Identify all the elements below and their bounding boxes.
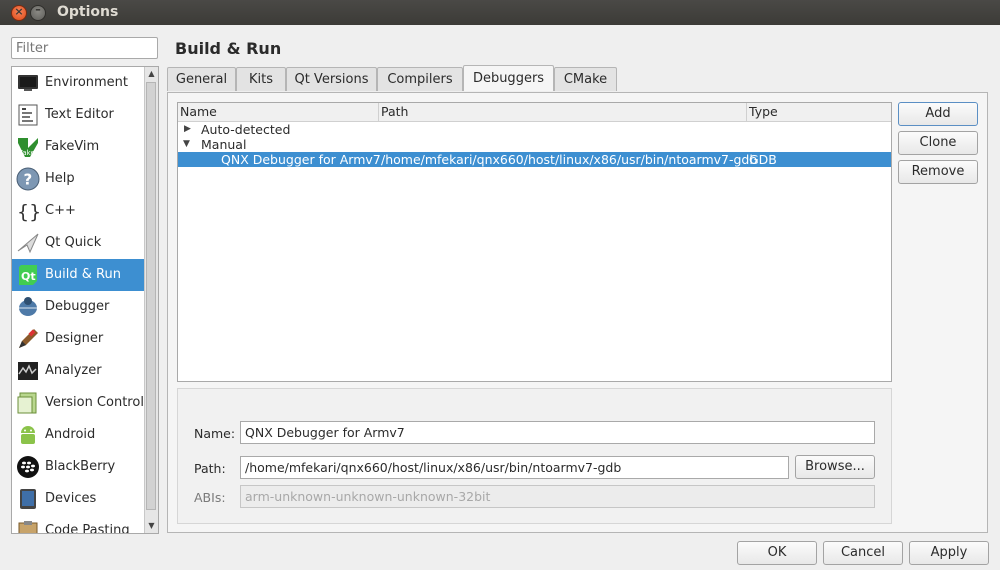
- category-label: FakeVim: [45, 139, 100, 154]
- browse-button[interactable]: Browse...: [795, 455, 875, 479]
- category-qt-quick[interactable]: Qt Quick: [12, 227, 145, 259]
- name-field[interactable]: QNX Debugger for Armv7: [240, 421, 875, 444]
- apply-button[interactable]: Apply: [909, 541, 989, 565]
- devices-icon: [20, 489, 36, 509]
- page-title: Build & Run: [175, 39, 282, 58]
- category-label: Devices: [45, 491, 97, 506]
- debuggers-tree[interactable]: Name Path Type ▶ Auto-detected ▼ Manual …: [177, 102, 892, 382]
- tab-compilers[interactable]: Compilers: [377, 67, 463, 91]
- category-code-pasting[interactable]: Code Pasting: [12, 515, 145, 534]
- blackberry-icon: [17, 456, 39, 478]
- svg-text:{}: {}: [17, 201, 40, 223]
- category-list: Environment Text Editor Fake FakeVim ? H…: [11, 66, 159, 534]
- expand-arrow-icon[interactable]: ▶: [184, 122, 191, 137]
- scrollbar-thumb[interactable]: [146, 82, 156, 510]
- category-scrollbar[interactable]: ▲ ▼: [144, 67, 158, 533]
- category-environment[interactable]: Environment: [12, 67, 145, 99]
- category-label: Version Control: [45, 395, 144, 410]
- scroll-up-icon[interactable]: ▲: [145, 67, 158, 81]
- minimize-icon: –: [35, 3, 41, 16]
- tab-qt-versions[interactable]: Qt Versions: [286, 67, 377, 91]
- column-header-name[interactable]: Name: [178, 103, 379, 121]
- category-version-control[interactable]: Version Control: [12, 387, 145, 419]
- tab-debuggers[interactable]: Debuggers: [463, 65, 554, 91]
- abis-label: ABIs:: [194, 490, 226, 505]
- category-label: Help: [45, 171, 75, 186]
- analyzer-icon: [18, 362, 38, 380]
- category-label: Environment: [45, 75, 129, 90]
- category-label: Qt Quick: [45, 235, 102, 250]
- tab-general[interactable]: General: [167, 67, 236, 91]
- svg-text:?: ?: [24, 171, 33, 189]
- fakevim-icon: Fake: [18, 138, 38, 157]
- tree-header: Name Path Type: [178, 103, 891, 122]
- tree-group-manual[interactable]: ▼ Manual: [178, 137, 891, 152]
- category-label: Designer: [45, 331, 104, 346]
- column-header-type[interactable]: Type: [747, 103, 891, 121]
- group-label: Auto-detected: [201, 122, 291, 137]
- category-build-run[interactable]: Qt Build & Run: [12, 259, 145, 291]
- tree-group-auto-detected[interactable]: ▶ Auto-detected: [178, 122, 891, 137]
- debugger-icon: [19, 297, 37, 316]
- tab-cmake[interactable]: CMake: [554, 67, 617, 91]
- category-debugger[interactable]: Debugger: [12, 291, 145, 323]
- category-android[interactable]: Android: [12, 419, 145, 451]
- category-designer[interactable]: Designer: [12, 323, 145, 355]
- designer-icon: [19, 329, 38, 348]
- remove-button[interactable]: Remove: [898, 160, 978, 184]
- scroll-down-icon[interactable]: ▼: [145, 519, 158, 533]
- category-blackberry[interactable]: BlackBerry: [12, 451, 145, 483]
- build-run-icon: Qt: [19, 265, 37, 285]
- title-bar: × – Options: [0, 0, 1000, 25]
- qt-quick-icon: [17, 233, 39, 254]
- category-label: BlackBerry: [45, 459, 116, 474]
- tree-row-debugger[interactable]: QNX Debugger for Armv7 /home/mfekari/qnx…: [178, 152, 891, 167]
- svg-text:Qt: Qt: [21, 270, 36, 283]
- add-button[interactable]: Add: [898, 102, 978, 126]
- svg-text:Fake: Fake: [19, 149, 35, 157]
- column-header-path[interactable]: Path: [379, 103, 747, 121]
- category-label: Text Editor: [45, 107, 114, 122]
- category-label: Debugger: [45, 299, 110, 314]
- debugger-path-cell: /home/mfekari/qnx660/host/linux/x86/usr/…: [381, 152, 758, 167]
- debugger-name-cell: QNX Debugger for Armv7: [221, 152, 381, 167]
- clone-button[interactable]: Clone: [898, 131, 978, 155]
- version-control-icon: [17, 392, 37, 414]
- code-pasting-icon: [18, 521, 38, 533]
- window-title: Options: [57, 4, 119, 20]
- category-label: Android: [45, 427, 96, 442]
- monitor-icon: [18, 75, 38, 91]
- minimize-window-button[interactable]: –: [30, 3, 46, 21]
- category-help[interactable]: ? Help: [12, 163, 145, 195]
- category-cpp[interactable]: {} C++: [12, 195, 145, 227]
- tab-kits[interactable]: Kits: [236, 67, 286, 91]
- ok-button[interactable]: OK: [737, 541, 817, 565]
- debugger-type-cell: GDB: [749, 152, 777, 167]
- category-fakevim[interactable]: Fake FakeVim: [12, 131, 145, 163]
- path-label: Path:: [194, 461, 226, 476]
- android-icon: [21, 426, 35, 444]
- group-label: Manual: [201, 137, 247, 152]
- close-window-button[interactable]: ×: [11, 5, 27, 21]
- category-label: Build & Run: [45, 267, 121, 282]
- category-label: Analyzer: [45, 363, 102, 378]
- cancel-button[interactable]: Cancel: [823, 541, 903, 565]
- path-field[interactable]: /home/mfekari/qnx660/host/linux/x86/usr/…: [240, 456, 789, 479]
- text-editor-icon: [18, 104, 38, 126]
- close-icon: ×: [14, 5, 24, 18]
- filter-input[interactable]: [11, 37, 158, 59]
- cpp-braces-icon: {}: [17, 201, 40, 223]
- collapse-arrow-icon[interactable]: ▼: [183, 137, 190, 152]
- category-label: C++: [45, 203, 76, 218]
- help-icon: ?: [16, 167, 40, 191]
- category-analyzer[interactable]: Analyzer: [12, 355, 145, 387]
- category-label: Code Pasting: [45, 523, 130, 534]
- category-text-editor[interactable]: Text Editor: [12, 99, 145, 131]
- name-label: Name:: [194, 426, 236, 441]
- category-devices[interactable]: Devices: [12, 483, 145, 515]
- abis-field: arm-unknown-unknown-unknown-32bit: [240, 485, 875, 508]
